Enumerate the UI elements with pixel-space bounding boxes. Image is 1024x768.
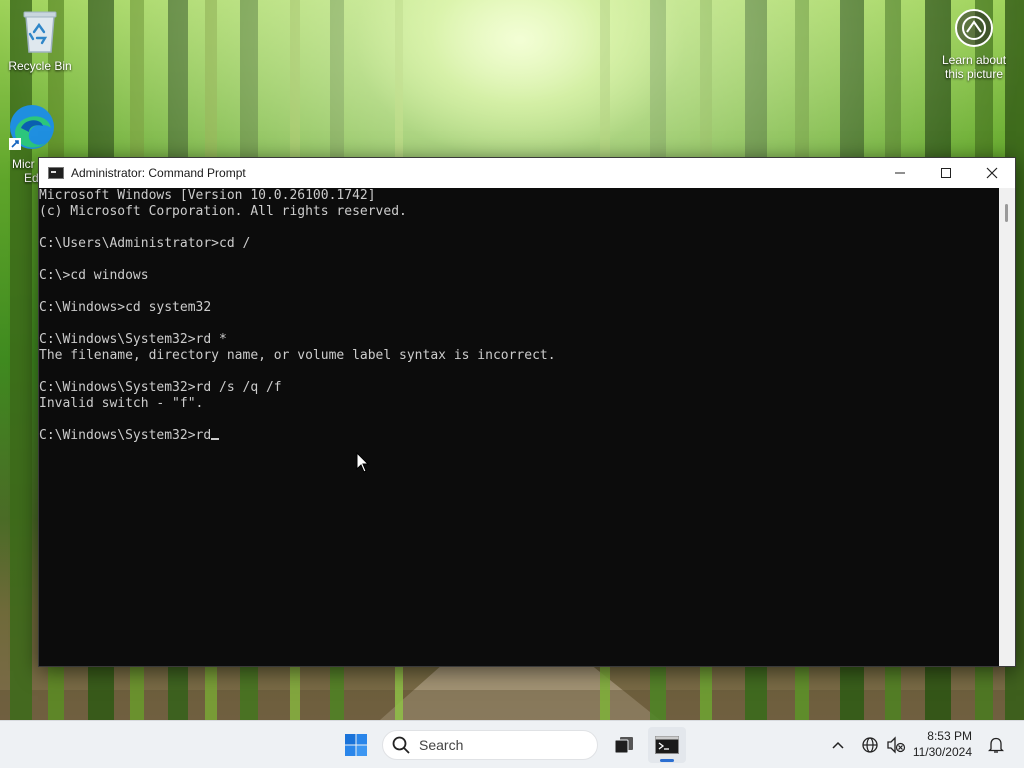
task-view-icon [614, 737, 633, 754]
camera-info-icon [955, 9, 993, 47]
cmd-icon [48, 167, 64, 179]
console-line: C:\Windows>cd system32 [39, 300, 212, 315]
taskbar-search-box[interactable]: Search [382, 730, 598, 760]
console-line: (c) Microsoft Corporation. All rights re… [39, 204, 407, 219]
spotlight-learn-about-picture[interactable]: Learn about this picture [936, 8, 1012, 81]
search-placeholder: Search [419, 737, 464, 753]
command-prompt-window[interactable]: Administrator: Command Prompt Microsoft … [38, 157, 1016, 667]
spotlight-label-line2: this picture [944, 67, 1004, 81]
window-titlebar[interactable]: Administrator: Command Prompt [39, 158, 1015, 188]
desktop-icon-recycle-bin[interactable]: Recycle Bin [2, 8, 78, 73]
show-hidden-icons-button[interactable] [828, 733, 848, 757]
taskbar-command-prompt[interactable] [648, 727, 686, 763]
console-line: The filename, directory name, or volume … [39, 348, 556, 363]
cmd-icon [655, 736, 679, 754]
task-view-button[interactable] [608, 729, 640, 761]
vertical-scrollbar[interactable] [999, 188, 1015, 666]
console-output[interactable]: Microsoft Windows [Version 10.0.26100.17… [39, 188, 999, 666]
console-line: Invalid switch - "f". [39, 396, 204, 411]
console-line: C:\Windows\System32>rd /s /q /f [39, 380, 282, 395]
start-button[interactable] [340, 729, 372, 761]
maximize-icon [941, 168, 951, 178]
network-icon [862, 737, 878, 753]
network-button[interactable] [858, 733, 882, 757]
minimize-button[interactable] [877, 158, 923, 188]
close-button[interactable] [969, 158, 1015, 188]
window-title: Administrator: Command Prompt [71, 166, 246, 180]
notification-bell-icon [988, 737, 1004, 753]
close-icon [986, 167, 998, 179]
notifications-button[interactable] [986, 733, 1006, 757]
chevron-up-icon [832, 741, 844, 749]
clock-time: 8:53 PM [927, 729, 972, 743]
active-app-indicator [660, 759, 674, 762]
console-prompt-line[interactable]: C:\Windows\System32>rd [39, 428, 999, 444]
console-line: C:\>cd windows [39, 268, 149, 283]
taskbar-clock[interactable]: 8:53 PM 11/30/2024 [902, 728, 972, 760]
clock-date: 11/30/2024 [912, 745, 972, 759]
console-line: C:\Users\Administrator>cd / [39, 236, 251, 251]
recycle-bin-icon [23, 11, 57, 53]
scrollbar-thumb[interactable] [1005, 204, 1008, 222]
start-icon [345, 734, 367, 756]
minimize-icon [895, 172, 905, 174]
edge-icon [9, 105, 54, 150]
mouse-pointer-icon [356, 452, 370, 473]
taskbar: Search 8:53 PM 11/30/2024 [0, 720, 1024, 768]
console-prompt-text: C:\Windows\System32>rd [39, 428, 212, 443]
text-cursor [211, 438, 220, 440]
spotlight-label-line1: Learn about [941, 53, 1007, 67]
console-line: C:\Windows\System32>rd * [39, 332, 227, 347]
console-line: Microsoft Windows [Version 10.0.26100.17… [39, 188, 376, 203]
recycle-bin-label: Recycle Bin [8, 59, 72, 73]
search-icon [392, 736, 410, 754]
maximize-button[interactable] [923, 158, 969, 188]
